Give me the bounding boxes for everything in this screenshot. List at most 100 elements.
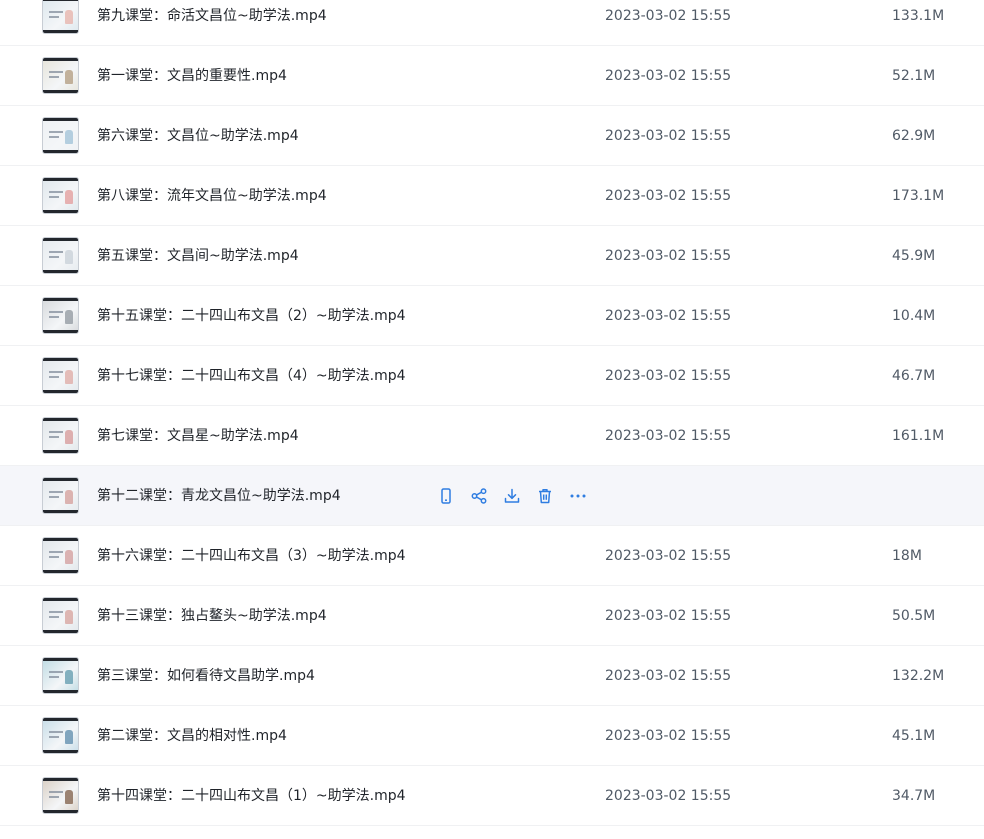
file-name[interactable]: 第十六课堂：二十四山布文昌（3）~助学法.mp4 [97, 526, 406, 586]
file-name[interactable]: 第五课堂：文昌间~助学法.mp4 [97, 226, 299, 286]
thumbnail-figure [65, 10, 73, 24]
thumbnail-text-line [49, 136, 59, 138]
file-name[interactable]: 第三课堂：如何看待文昌助学.mp4 [97, 646, 315, 706]
file-name[interactable]: 第十三课堂：独占鳌头~助学法.mp4 [97, 586, 327, 646]
thumbnail-bar [43, 718, 78, 721]
thumbnail-text-line [49, 556, 59, 558]
file-size: 46.7M [892, 368, 936, 384]
video-thumbnail[interactable] [42, 0, 79, 34]
thumbnail-text-line [49, 436, 59, 438]
file-size: 52.1M [892, 68, 936, 84]
download-button[interactable] [502, 485, 522, 507]
file-modified-date: 2023-03-02 15:55 [605, 728, 732, 744]
file-row[interactable]: 第五课堂：文昌间~助学法.mp4 2023-03-02 15:55 45.9M [0, 226, 984, 286]
video-thumbnail[interactable] [42, 477, 79, 514]
file-row[interactable]: 第七课堂：文昌星~助学法.mp4 2023-03-02 15:55 161.1M [0, 406, 984, 466]
file-size: 18M [892, 548, 922, 564]
file-row[interactable]: 第一课堂：文昌的重要性.mp4 2023-03-02 15:55 52.1M [0, 46, 984, 106]
thumbnail-text-line [49, 11, 63, 13]
download-icon [503, 487, 521, 505]
thumbnail-bar [43, 238, 78, 241]
file-row[interactable]: 第十六课堂：二十四山布文昌（3）~助学法.mp4 2023-03-02 15:5… [0, 526, 984, 586]
more-button[interactable] [568, 485, 588, 507]
thumbnail-bar [43, 570, 78, 573]
thumbnail-figure [65, 430, 73, 444]
thumbnail-text-line [49, 676, 59, 678]
file-row[interactable]: 第二课堂：文昌的相对性.mp4 2023-03-02 15:55 45.1M [0, 706, 984, 766]
thumbnail-bar [43, 298, 78, 301]
thumbnail-text-line [49, 16, 59, 18]
thumbnail-figure [65, 790, 73, 804]
thumbnail-figure [65, 550, 73, 564]
thumbnail-bar [43, 118, 78, 121]
thumbnail-text-line [49, 131, 63, 133]
share-icon [470, 487, 488, 505]
file-name[interactable]: 第十四课堂：二十四山布文昌（1）~助学法.mp4 [97, 766, 406, 826]
thumbnail-text-line [49, 731, 63, 733]
file-row[interactable]: 第九课堂：命活文昌位~助学法.mp4 2023-03-02 15:55 133.… [0, 0, 984, 46]
thumbnail-bar [43, 690, 78, 693]
file-modified-date: 2023-03-02 15:55 [605, 308, 732, 324]
file-modified-date: 2023-03-02 15:55 [605, 188, 732, 204]
thumbnail-text-line [49, 256, 59, 258]
file-name[interactable]: 第八课堂：流年文昌位~助学法.mp4 [97, 166, 327, 226]
file-name[interactable]: 第十七课堂：二十四山布文昌（4）~助学法.mp4 [97, 346, 406, 406]
thumbnail-bar [43, 210, 78, 213]
video-thumbnail[interactable] [42, 177, 79, 214]
thumbnail-bar [43, 0, 78, 1]
video-thumbnail[interactable] [42, 777, 79, 814]
file-name[interactable]: 第六课堂：文昌位~助学法.mp4 [97, 106, 299, 166]
thumbnail-figure [65, 250, 73, 264]
thumbnail-bar [43, 510, 78, 513]
thumbnail-text-line [49, 431, 63, 433]
thumbnail-text-line [49, 611, 63, 613]
file-name[interactable]: 第十二课堂：青龙文昌位~助学法.mp4 [97, 466, 341, 526]
file-row[interactable]: 第六课堂：文昌位~助学法.mp4 2023-03-02 15:55 62.9M [0, 106, 984, 166]
thumbnail-bar [43, 538, 78, 541]
delete-button[interactable] [535, 485, 555, 507]
thumbnail-bar [43, 90, 78, 93]
file-name[interactable]: 第七课堂：文昌星~助学法.mp4 [97, 406, 299, 466]
thumbnail-text-line [49, 791, 63, 793]
thumbnail-text-line [49, 191, 63, 193]
file-row[interactable]: 第十七课堂：二十四山布文昌（4）~助学法.mp4 2023-03-02 15:5… [0, 346, 984, 406]
row-hover-actions [436, 485, 588, 507]
video-thumbnail[interactable] [42, 417, 79, 454]
file-row[interactable]: 第十四课堂：二十四山布文昌（1）~助学法.mp4 2023-03-02 15:5… [0, 766, 984, 826]
video-thumbnail[interactable] [42, 657, 79, 694]
file-name[interactable]: 第十五课堂：二十四山布文昌（2）~助学法.mp4 [97, 286, 406, 346]
video-thumbnail[interactable] [42, 717, 79, 754]
video-thumbnail[interactable] [42, 357, 79, 394]
thumbnail-text-line [49, 496, 59, 498]
file-row[interactable]: 第十二课堂：青龙文昌位~助学法.mp4 [0, 466, 984, 526]
thumbnail-bar [43, 150, 78, 153]
thumbnail-bar [43, 778, 78, 781]
video-thumbnail[interactable] [42, 237, 79, 274]
file-name[interactable]: 第二课堂：文昌的相对性.mp4 [97, 706, 287, 766]
thumbnail-bar [43, 478, 78, 481]
file-name[interactable]: 第九课堂：命活文昌位~助学法.mp4 [97, 0, 327, 46]
thumbnail-text-line [49, 251, 63, 253]
file-row[interactable]: 第十三课堂：独占鳌头~助学法.mp4 2023-03-02 15:55 50.5… [0, 586, 984, 646]
file-modified-date: 2023-03-02 15:55 [605, 368, 732, 384]
thumbnail-bar [43, 58, 78, 61]
video-thumbnail[interactable] [42, 537, 79, 574]
phone-view-button[interactable] [436, 485, 456, 507]
file-row[interactable]: 第八课堂：流年文昌位~助学法.mp4 2023-03-02 15:55 173.… [0, 166, 984, 226]
thumbnail-bar [43, 658, 78, 661]
thumbnail-text-line [49, 371, 63, 373]
file-name[interactable]: 第一课堂：文昌的重要性.mp4 [97, 46, 287, 106]
file-size: 34.7M [892, 788, 936, 804]
thumbnail-figure [65, 490, 73, 504]
video-thumbnail[interactable] [42, 597, 79, 634]
file-row[interactable]: 第十五课堂：二十四山布文昌（2）~助学法.mp4 2023-03-02 15:5… [0, 286, 984, 346]
file-row[interactable]: 第三课堂：如何看待文昌助学.mp4 2023-03-02 15:55 132.2… [0, 646, 984, 706]
share-button[interactable] [469, 485, 489, 507]
mobile-icon [437, 487, 455, 505]
thumbnail-figure [65, 190, 73, 204]
video-thumbnail[interactable] [42, 57, 79, 94]
thumbnail-bar [43, 418, 78, 421]
video-thumbnail[interactable] [42, 297, 79, 334]
file-modified-date: 2023-03-02 15:55 [605, 668, 732, 684]
video-thumbnail[interactable] [42, 117, 79, 154]
